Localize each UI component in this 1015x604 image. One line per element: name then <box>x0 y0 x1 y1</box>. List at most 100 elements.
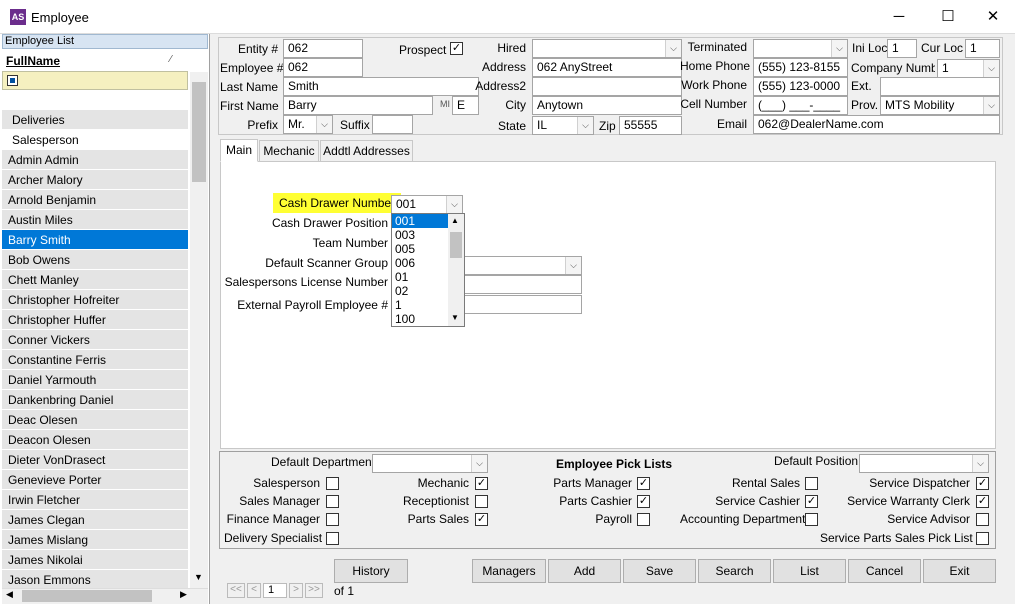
filter-row[interactable] <box>2 71 188 90</box>
scroll-right-icon[interactable]: ▶ <box>180 589 187 600</box>
employee-list-item[interactable]: James Mislang <box>2 530 188 550</box>
maximize-button[interactable]: ☐ <box>925 0 971 34</box>
scroll-left-icon[interactable]: ◀ <box>6 589 13 600</box>
employee-list-item[interactable]: Deliveries <box>2 110 188 130</box>
email-field[interactable]: 062@DealerName.com <box>753 115 1000 134</box>
picklist-checkbox[interactable] <box>326 513 339 526</box>
address-field[interactable]: 062 AnyStreet <box>532 58 682 77</box>
picklist-checkbox[interactable] <box>475 495 488 508</box>
save-button[interactable]: Save <box>623 559 696 583</box>
employee-list-item[interactable]: James Nikolai <box>2 550 188 570</box>
picklist-checkbox[interactable] <box>805 477 818 490</box>
employee-list-item[interactable]: Barry Smith <box>2 230 188 250</box>
prev-page-button[interactable]: < <box>247 583 261 598</box>
employee-list-item[interactable]: Dankenbring Daniel <box>2 390 188 410</box>
employee-list-item[interactable]: Christopher Hofreiter <box>2 290 188 310</box>
ini-loc-field[interactable]: 1 <box>887 39 917 58</box>
tab-addtl-addresses[interactable]: Addtl Addresses <box>320 140 413 162</box>
last-name-field[interactable]: Smith <box>283 77 479 96</box>
picklist-checkbox[interactable] <box>976 532 989 545</box>
filter-icon[interactable] <box>7 75 18 86</box>
zip-field[interactable]: 55555 <box>619 116 682 135</box>
cancel-button[interactable]: Cancel <box>848 559 921 583</box>
scrollbar-thumb[interactable] <box>192 82 206 182</box>
employee-list-item[interactable]: Genevieve Porter <box>2 470 188 490</box>
terminated-dropdown[interactable]: ⌵ <box>753 39 848 58</box>
managers-button[interactable]: Managers <box>472 559 546 583</box>
entity-field[interactable]: 062 <box>283 39 363 58</box>
employee-list-item[interactable]: Conner Vickers <box>2 330 188 350</box>
add-button[interactable]: Add <box>548 559 621 583</box>
home-phone-field[interactable]: (555) 123-8155 <box>753 58 848 77</box>
license-number-field[interactable] <box>462 275 582 294</box>
employee-list-item[interactable]: Dieter VonDrasect <box>2 450 188 470</box>
next-page-button[interactable]: > <box>289 583 303 598</box>
cash-drawer-dropdown[interactable]: 001 ⌵ <box>391 195 463 214</box>
employee-list-item[interactable]: Admin Admin <box>2 150 188 170</box>
default-position-dropdown[interactable]: ⌵ <box>859 454 989 473</box>
prefix-dropdown[interactable]: Mr. ⌵ <box>283 115 333 134</box>
listbox-scrollbar-thumb[interactable] <box>450 232 462 258</box>
hired-dropdown[interactable]: ⌵ <box>532 39 682 58</box>
page-number-field[interactable]: 1 <box>263 583 287 598</box>
employee-list-item[interactable]: Deac Olesen <box>2 410 188 430</box>
default-department-dropdown[interactable]: ⌵ <box>372 454 488 473</box>
scanner-group-dropdown[interactable]: ⌵ <box>462 256 582 275</box>
sort-icon[interactable]: ⁄ <box>170 54 172 65</box>
picklist-checkbox[interactable]: ✓ <box>475 513 488 526</box>
picklist-checkbox[interactable]: ✓ <box>976 495 989 508</box>
employee-list-item[interactable]: James Clegan <box>2 510 188 530</box>
close-button[interactable]: ✕ <box>970 0 1015 34</box>
employee-list-item[interactable]: Arnold Benjamin <box>2 190 188 210</box>
picklist-checkbox[interactable]: ✓ <box>805 495 818 508</box>
state-dropdown[interactable]: IL ⌵ <box>532 116 594 135</box>
last-page-button[interactable]: >> <box>305 583 323 598</box>
employee-list-item[interactable]: Bob Owens <box>2 250 188 270</box>
content-scrollbar[interactable] <box>996 161 1013 449</box>
search-button[interactable]: Search <box>698 559 771 583</box>
work-phone-field[interactable]: (555) 123-0000 <box>753 77 848 96</box>
first-page-button[interactable]: << <box>227 583 245 598</box>
picklist-checkbox[interactable]: ✓ <box>475 477 488 490</box>
picklist-checkbox[interactable] <box>326 495 339 508</box>
employee-list-item[interactable]: Christopher Huffer <box>2 310 188 330</box>
picklist-checkbox[interactable]: ✓ <box>637 477 650 490</box>
first-name-field[interactable]: Barry <box>283 96 433 115</box>
employee-list-item[interactable]: Daniel Yarmouth <box>2 370 188 390</box>
picklist-checkbox[interactable]: ✓ <box>637 495 650 508</box>
picklist-checkbox[interactable] <box>976 513 989 526</box>
cur-loc-field[interactable]: 1 <box>965 39 1000 58</box>
list-button[interactable]: List <box>773 559 846 583</box>
employee-list-item[interactable]: Constantine Ferris <box>2 350 188 370</box>
picklist-checkbox[interactable] <box>805 513 818 526</box>
prov-dropdown[interactable]: MTS Mobility ⌵ <box>880 96 1000 115</box>
picklist-checkbox[interactable] <box>637 513 650 526</box>
payroll-field[interactable] <box>462 295 582 314</box>
company-number-dropdown[interactable]: 1 ⌵ <box>937 59 1000 78</box>
minimize-button[interactable]: ─ <box>876 0 922 34</box>
fullname-column-header[interactable]: FullName <box>2 52 192 70</box>
listbox-scrollbar[interactable] <box>448 214 464 326</box>
picklist-checkbox[interactable] <box>326 532 339 545</box>
tab-mechanic[interactable]: Mechanic <box>259 140 319 162</box>
picklist-checkbox[interactable] <box>326 477 339 490</box>
employee-list-item[interactable]: Salesperson <box>2 130 188 150</box>
employee-list-item[interactable]: Archer Malory <box>2 170 188 190</box>
employee-list-item[interactable]: Jason Emmons <box>2 570 188 590</box>
employee-list-item[interactable]: Deacon Olesen <box>2 430 188 450</box>
suffix-field[interactable] <box>372 115 413 134</box>
cell-number-field[interactable]: (___) ___-____ <box>753 96 848 115</box>
ext-field[interactable] <box>880 77 1000 96</box>
city-field[interactable]: Anytown <box>532 96 682 115</box>
scroll-down-icon[interactable]: ▼ <box>451 313 459 322</box>
scroll-up-icon[interactable]: ▲ <box>451 216 459 225</box>
picklist-checkbox[interactable]: ✓ <box>976 477 989 490</box>
tab-main[interactable]: Main <box>220 139 258 162</box>
history-button[interactable]: History <box>334 559 408 583</box>
employee-number-field[interactable]: 062 <box>283 58 363 77</box>
address2-field[interactable] <box>532 77 682 96</box>
employee-list-item[interactable]: Irwin Fletcher <box>2 490 188 510</box>
prospect-checkbox[interactable]: ✓ <box>450 42 463 55</box>
employee-list-item[interactable]: Chett Manley <box>2 270 188 290</box>
employee-list-item[interactable]: Austin Miles <box>2 210 188 230</box>
